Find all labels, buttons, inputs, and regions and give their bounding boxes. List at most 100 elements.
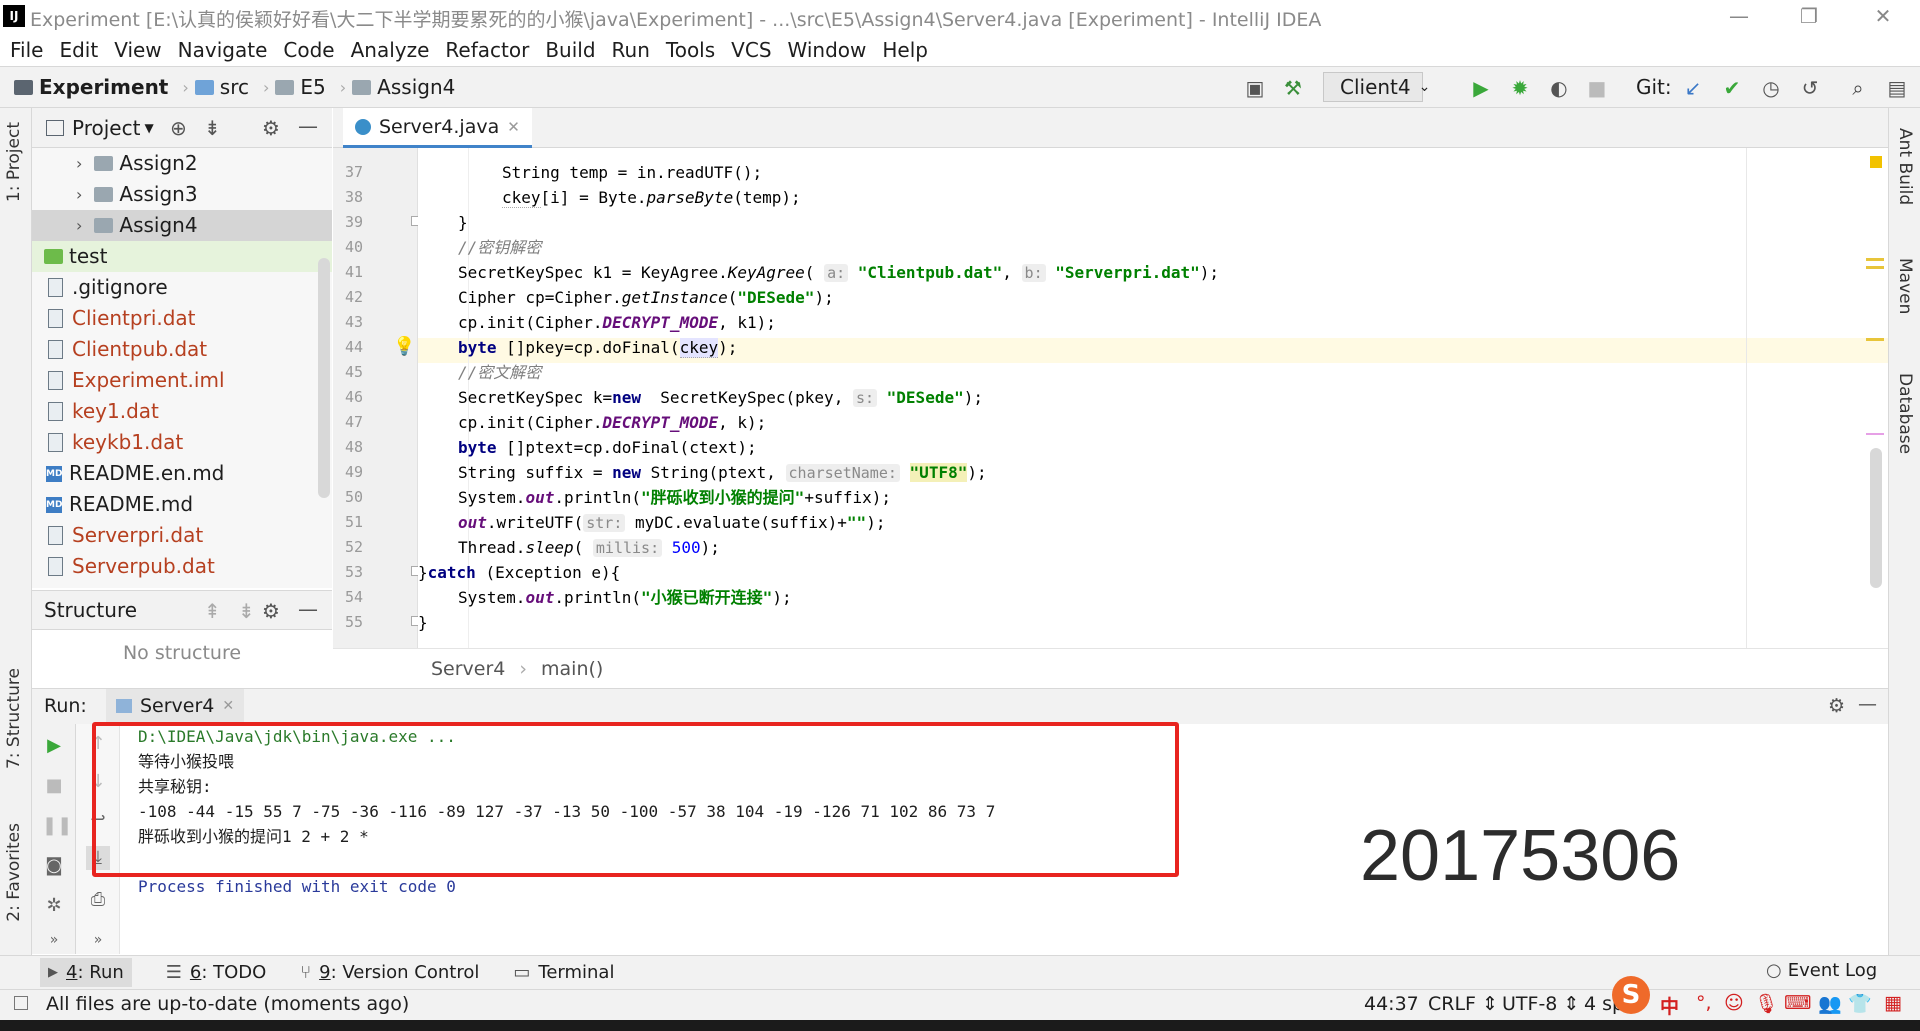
revert-icon[interactable]: ↺ xyxy=(1797,75,1823,101)
menu-tools[interactable]: Tools xyxy=(666,38,715,62)
tree-item-assign3[interactable]: › Assign3 xyxy=(76,179,198,210)
sogou-ime-icon[interactable]: S xyxy=(1612,976,1650,1014)
collapse-all-icon[interactable]: ⇟ xyxy=(238,599,255,623)
more-icon[interactable]: » xyxy=(42,928,66,952)
menu-run[interactable]: Run xyxy=(612,38,650,62)
chevron-down-icon[interactable]: ▼ xyxy=(144,121,153,135)
tree-item-readme[interactable]: MD README.md xyxy=(46,489,193,520)
coverage-icon[interactable]: ◐ xyxy=(1546,75,1572,101)
tree-item-assign2[interactable]: › Assign2 xyxy=(76,148,198,179)
locate-icon[interactable]: ⊕ xyxy=(170,116,187,140)
project-view-selector[interactable]: Project xyxy=(72,116,140,140)
file-encoding[interactable]: UTF-8 ⇕ xyxy=(1502,993,1579,1015)
hide-panel-icon[interactable]: — xyxy=(1858,693,1877,715)
tree-item-readme-en[interactable]: MD README.en.md xyxy=(46,458,224,489)
camera-icon[interactable]: ◙ xyxy=(42,854,66,878)
menu-refactor[interactable]: Refactor xyxy=(445,38,529,62)
event-log-button[interactable]: ○ Event Log xyxy=(1766,960,1877,981)
search-icon[interactable]: ⌕ xyxy=(1845,75,1871,101)
tree-item-experiment-iml[interactable]: Experiment.iml xyxy=(48,365,225,396)
keyboard-icon[interactable]: ⌨ xyxy=(1784,992,1811,1014)
warning-marker[interactable] xyxy=(1866,338,1884,341)
breadcrumb-method[interactable]: main() xyxy=(541,658,603,680)
tree-item-keykb1[interactable]: keykb1.dat xyxy=(48,427,183,458)
breadcrumb-e5[interactable]: E5 xyxy=(275,75,326,99)
minimize-icon[interactable]: — xyxy=(1716,0,1762,34)
close-icon[interactable]: ✕ xyxy=(1860,0,1906,34)
caret-position[interactable]: 44:37 xyxy=(1364,993,1419,1015)
git-update-icon[interactable]: ↙ xyxy=(1680,75,1706,101)
inspection-status-icon[interactable] xyxy=(1870,156,1882,168)
tree-item-clientpub[interactable]: Clientpub.dat xyxy=(48,334,207,365)
ant-build-tool-tab[interactable]: Ant Build xyxy=(1895,128,1915,205)
database-tool-tab[interactable]: Database xyxy=(1895,373,1915,454)
git-commit-icon[interactable]: ✔ xyxy=(1719,75,1745,101)
breadcrumb-src[interactable]: src xyxy=(194,75,249,99)
menu-vcs[interactable]: VCS xyxy=(731,38,771,62)
breadcrumb-experiment[interactable]: Experiment xyxy=(14,75,168,99)
menu-edit[interactable]: Edit xyxy=(59,38,98,62)
close-tab-icon[interactable]: ✕ xyxy=(507,118,520,136)
warning-marker[interactable] xyxy=(1866,266,1884,269)
more-icon[interactable]: » xyxy=(86,928,110,952)
editor-scrollbar[interactable] xyxy=(1870,448,1882,588)
menu-navigate[interactable]: Navigate xyxy=(178,38,268,62)
restore-icon[interactable]: ❐ xyxy=(1786,0,1832,34)
toggle-tool-windows-icon[interactable] xyxy=(14,996,28,1010)
toolwin-version-control[interactable]: ⑂ 9: Version Control xyxy=(300,962,479,983)
user-icon[interactable]: 👥 xyxy=(1818,992,1842,1015)
close-tab-icon[interactable]: ✕ xyxy=(222,698,234,714)
gear-icon[interactable]: ⚙ xyxy=(262,116,280,140)
ime-mode-indicator[interactable]: 中 xyxy=(1660,992,1679,1019)
toolbox-icon[interactable]: ▦ xyxy=(1884,992,1902,1014)
emoji-icon[interactable]: ☺ xyxy=(1724,992,1744,1014)
stop-icon[interactable]: ■ xyxy=(42,774,66,798)
maven-tool-tab[interactable]: Maven xyxy=(1895,258,1915,314)
tree-item-test[interactable]: test xyxy=(44,241,107,272)
hide-panel-icon[interactable]: — xyxy=(298,597,318,621)
menu-view[interactable]: View xyxy=(114,38,161,62)
microphone-icon[interactable]: 🎙 xyxy=(1754,992,1778,1015)
menu-window[interactable]: Window xyxy=(788,38,867,62)
code-editor[interactable]: String temp = in.readUTF(); ckey[i] = By… xyxy=(418,148,1888,648)
tree-item-gitignore[interactable]: .gitignore xyxy=(48,272,168,303)
project-tool-tab[interactable]: 1: Project xyxy=(4,122,24,202)
tree-item-clientpri[interactable]: Clientpri.dat xyxy=(48,303,196,334)
skin-icon[interactable]: 👕 xyxy=(1848,992,1872,1015)
favorites-tool-tab[interactable]: 2: Favorites xyxy=(4,823,24,922)
breadcrumb-assign4[interactable]: Assign4 xyxy=(352,75,455,99)
tree-item-key1[interactable]: key1.dat xyxy=(48,396,159,427)
gear-icon[interactable]: ⚙ xyxy=(1828,695,1845,717)
run-icon[interactable]: ▶ xyxy=(1468,75,1494,101)
tab-server4-java[interactable]: Server4.java ✕ xyxy=(343,108,532,148)
print-icon[interactable]: ⎙ xyxy=(86,888,110,912)
structure-tool-tab[interactable]: 7: Structure xyxy=(4,668,24,769)
usage-marker[interactable] xyxy=(1866,433,1884,435)
build-hammer-icon[interactable]: ⚒ xyxy=(1280,75,1306,101)
menu-help[interactable]: Help xyxy=(882,38,928,62)
toolwin-run[interactable]: ▶ 4: Run xyxy=(40,958,132,987)
tree-item-serverpub[interactable]: Serverpub.dat xyxy=(48,551,215,582)
project-structure-dialog-icon[interactable]: ▤ xyxy=(1884,75,1910,101)
punctuation-icon[interactable]: °, xyxy=(1696,992,1712,1014)
breadcrumb-class[interactable]: Server4 xyxy=(431,658,505,680)
collapse-all-icon[interactable]: ⇟ xyxy=(204,116,221,140)
warning-marker[interactable] xyxy=(1866,258,1884,261)
pause-icon[interactable]: ❚❚ xyxy=(42,814,72,838)
run-config-selector[interactable]: Client4 ⌄ xyxy=(1323,72,1430,102)
expand-all-icon[interactable]: ⇞ xyxy=(204,599,221,623)
intention-bulb-icon[interactable]: 💡 xyxy=(393,336,415,357)
settings-restore-icon[interactable]: ✲ xyxy=(42,894,66,918)
menu-analyze[interactable]: Analyze xyxy=(351,38,430,62)
gear-icon[interactable]: ⚙ xyxy=(262,599,280,623)
line-separator[interactable]: CRLF ⇕ xyxy=(1428,993,1498,1015)
menu-build[interactable]: Build xyxy=(545,38,595,62)
hide-panel-icon[interactable]: — xyxy=(298,114,318,138)
project-structure-icon[interactable]: ▣ xyxy=(1242,75,1268,101)
tree-item-assign4[interactable]: › Assign4 xyxy=(76,210,198,241)
run-tab-server4[interactable]: Server4 ✕ xyxy=(106,689,245,725)
toolwin-todo[interactable]: ☰ 6: TODO xyxy=(166,962,267,983)
chevron-right-icon[interactable]: › xyxy=(76,148,82,179)
history-icon[interactable]: ◷ xyxy=(1758,75,1784,101)
chevron-right-icon[interactable]: › xyxy=(76,210,82,241)
